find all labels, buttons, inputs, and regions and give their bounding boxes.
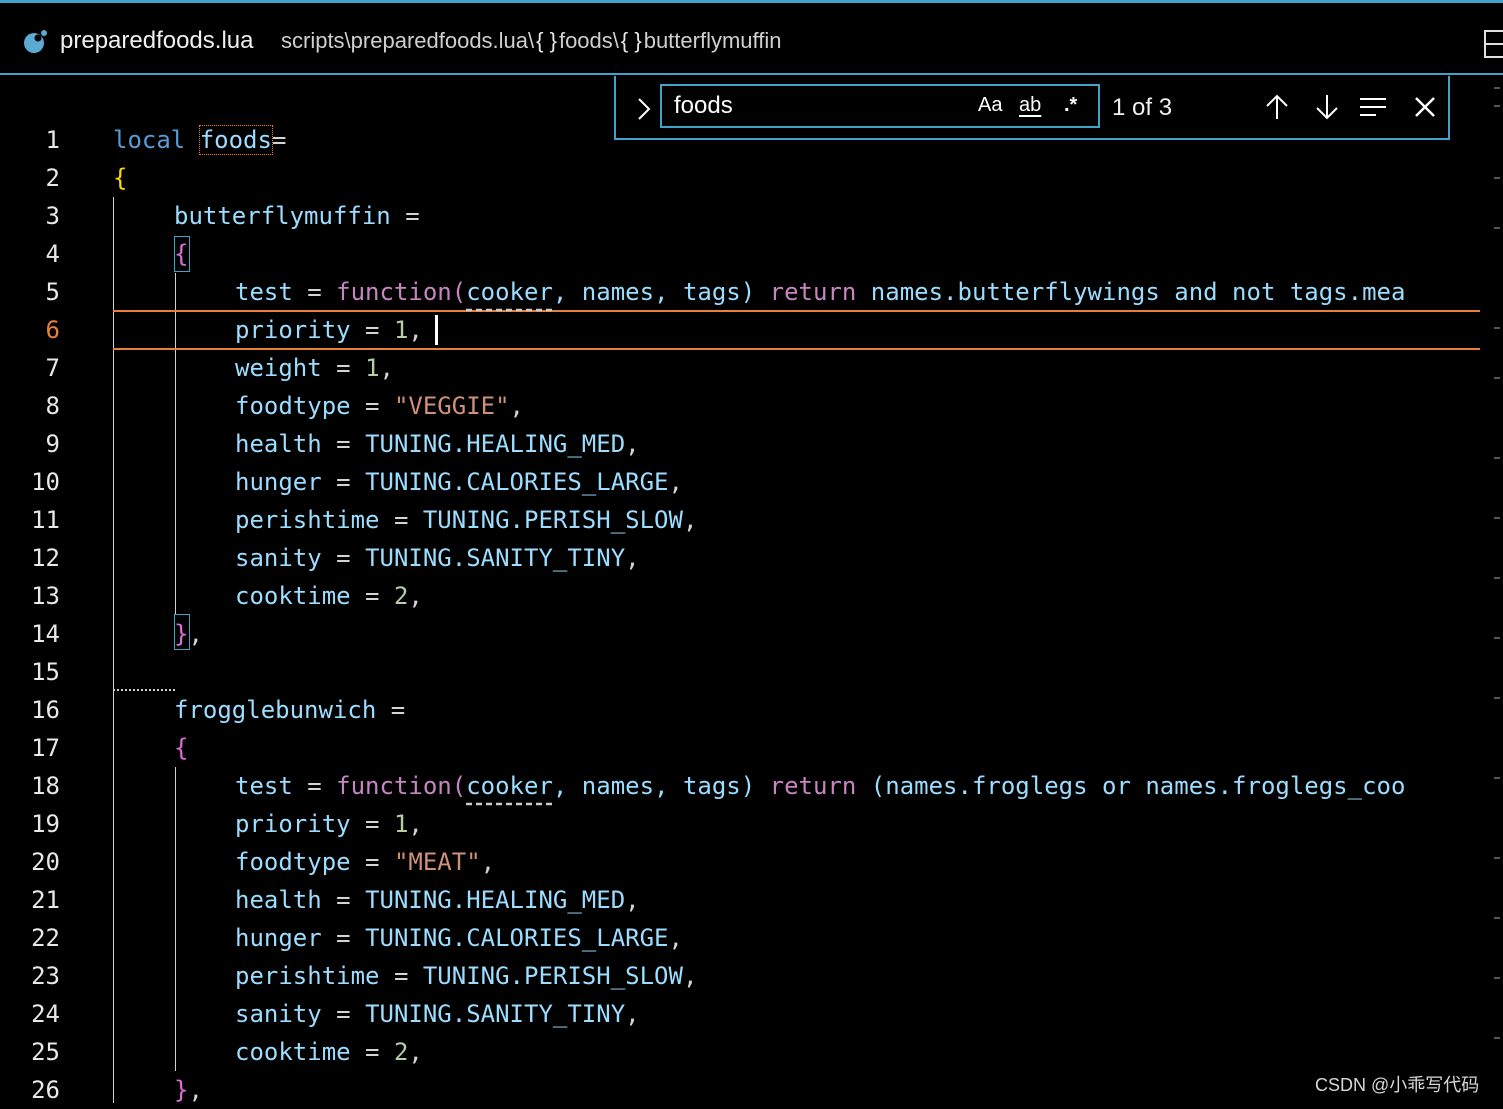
regex-toggle[interactable]: .* <box>1064 94 1077 117</box>
line-number: 1 <box>45 126 60 154</box>
code-line: health = TUNING.HEALING_MED, <box>235 430 640 458</box>
line-number: 2 <box>45 164 60 192</box>
line-number: 3 <box>45 202 60 230</box>
breadcrumb-path[interactable]: scripts\preparedfoods.lua\ <box>281 28 534 53</box>
code-line: cooktime = 2, <box>235 582 423 610</box>
breadcrumb: preparedfoods.lua scripts\preparedfoods.… <box>0 3 1503 75</box>
breadcrumb-symbol-foods[interactable]: foods\ <box>559 28 619 53</box>
symbol-braces-icon: { } <box>620 28 642 53</box>
line-number: 25 <box>31 1038 60 1066</box>
code-line: priority = 1, <box>235 810 423 838</box>
search-match: foods <box>198 125 273 155</box>
code-line: butterflymuffin = <box>174 202 420 230</box>
line-number: 21 <box>31 886 60 914</box>
line-number: 15 <box>31 658 60 686</box>
match-count: 1 of 3 <box>1112 94 1173 121</box>
line-number: 8 <box>45 392 60 420</box>
code-line: test = function(cooker, names, tags) ret… <box>235 772 1406 800</box>
line-number: 14 <box>31 620 60 648</box>
line-number: 23 <box>31 962 60 990</box>
find-toggle-chevron-icon[interactable] <box>628 94 658 124</box>
code-line: perishtime = TUNING.PERISH_SLOW, <box>235 506 698 534</box>
line-number: 13 <box>31 582 60 610</box>
line-number: 22 <box>31 924 60 952</box>
line-number: 9 <box>45 430 60 458</box>
line-number-active: 6 <box>45 316 60 344</box>
find-widget: foods Aa ab .* 1 of 3 <box>614 76 1450 140</box>
code-line: weight = 1, <box>235 354 394 382</box>
breadcrumb-path-group: scripts\preparedfoods.lua\{ }foods\{ }bu… <box>281 28 781 54</box>
text-cursor <box>435 315 438 345</box>
indent-guide <box>175 767 176 1071</box>
code-editor[interactable]: 1 2 3 4 5 6 7 8 9 10 11 12 13 14 15 16 1… <box>0 77 1503 1104</box>
code-line: frogglebunwich = <box>174 696 406 724</box>
code-line: }, <box>174 1076 203 1104</box>
line-number: 24 <box>31 1000 60 1028</box>
code-line-active: priority = 1, <box>235 316 423 344</box>
indent-guide <box>113 197 114 767</box>
line-number: 17 <box>31 734 60 762</box>
breadcrumb-file[interactable]: preparedfoods.lua <box>60 27 253 55</box>
code-line: foodtype = "VEGGIE", <box>235 392 524 420</box>
code-line: test = function(cooker, names, tags) ret… <box>235 278 1406 306</box>
next-match-icon[interactable] <box>1312 92 1342 122</box>
line-number: 10 <box>31 468 60 496</box>
code-line: cooktime = 2, <box>235 1038 423 1066</box>
code-line: { <box>174 240 189 268</box>
line-number: 4 <box>45 240 60 268</box>
line-number: 20 <box>31 848 60 876</box>
line-number: 5 <box>45 278 60 306</box>
whole-word-toggle[interactable]: ab <box>1019 94 1041 117</box>
code-line: { <box>174 734 189 762</box>
match-case-toggle[interactable]: Aa <box>978 94 1002 117</box>
code-line: { <box>113 164 128 192</box>
line-number: 7 <box>45 354 60 382</box>
line-number: 11 <box>31 506 60 534</box>
code-line: hunger = TUNING.CALORIES_LARGE, <box>235 468 683 496</box>
overview-ruler[interactable] <box>1491 77 1503 1103</box>
code-line: perishtime = TUNING.PERISH_SLOW, <box>235 962 698 990</box>
lua-file-icon <box>24 30 47 53</box>
watermark: CSDN @小乖写代码 <box>1315 1075 1480 1095</box>
breadcrumb-symbol-butterflymuffin[interactable]: butterflymuffin <box>644 28 782 53</box>
symbol-braces-icon: { } <box>536 28 557 53</box>
line-number: 26 <box>31 1076 60 1104</box>
line-number: 12 <box>31 544 60 572</box>
code-line: local foods= <box>113 125 287 155</box>
code-line: sanity = TUNING.SANITY_TINY, <box>235 1000 640 1028</box>
code-line: health = TUNING.HEALING_MED, <box>235 886 640 914</box>
indent-guide <box>113 691 114 1103</box>
line-number: 19 <box>31 810 60 838</box>
line-number: 18 <box>31 772 60 800</box>
code-line: }, <box>174 620 203 648</box>
code-line: sanity = TUNING.SANITY_TINY, <box>235 544 640 572</box>
line-number: 16 <box>31 696 60 724</box>
code-line: foodtype = "MEAT", <box>235 848 496 876</box>
split-editor-icon[interactable] <box>1482 27 1503 61</box>
fold-indicator <box>113 689 175 691</box>
previous-match-icon[interactable] <box>1262 92 1292 122</box>
find-in-selection-icon[interactable] <box>1358 92 1388 122</box>
close-icon[interactable] <box>1410 92 1440 122</box>
code-line: hunger = TUNING.CALORIES_LARGE, <box>235 924 683 952</box>
